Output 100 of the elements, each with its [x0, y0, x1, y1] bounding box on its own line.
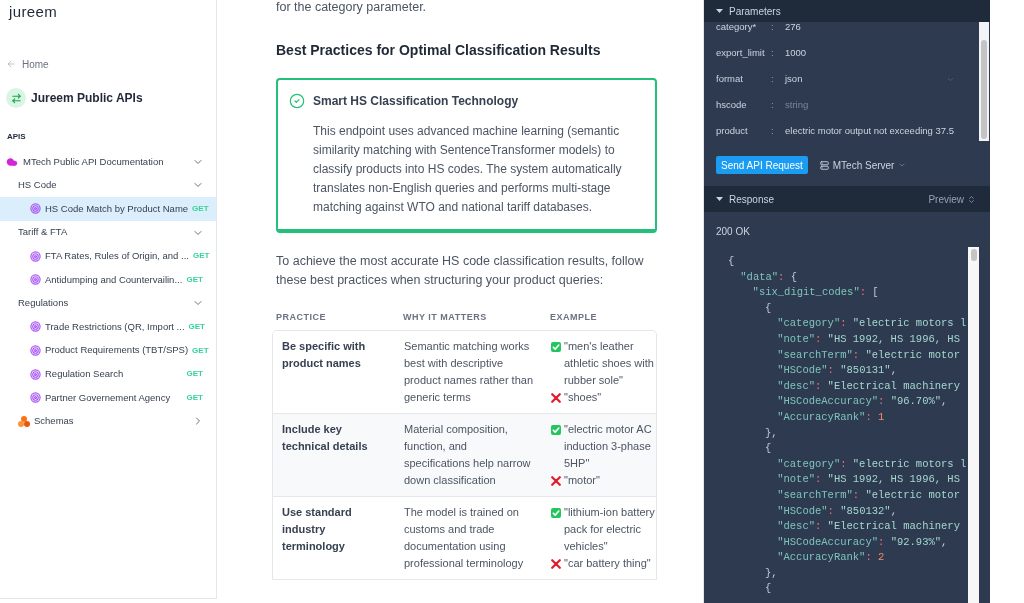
- target-icon: [30, 321, 41, 333]
- code-line: "HSCode": "850131",: [777, 363, 897, 379]
- method-label: GET: [186, 368, 203, 381]
- example-text: "motor": [564, 473, 600, 488]
- code-line: "AccuracyRank": 2: [777, 550, 885, 566]
- target-icon: [30, 274, 41, 286]
- table-cell: Include key technical details: [273, 414, 394, 496]
- target-icon: [30, 368, 41, 380]
- logo-text: jureem: [9, 1, 58, 22]
- callout-title: Smart HS Classification Technology: [313, 93, 520, 109]
- param-label: format: [716, 74, 744, 84]
- code-line: "category": "electric motors l: [777, 456, 967, 472]
- code-line: "six_digit_codes": [: [752, 285, 879, 301]
- code-line: "desc": "Electrical machinery: [777, 519, 960, 535]
- param-label: hscode: [716, 100, 748, 110]
- code-line: {: [764, 441, 772, 457]
- code-line: "AccuracyRank": 1: [777, 409, 885, 425]
- sidebar-item[interactable]: Regulation Search GET: [0, 362, 216, 386]
- up-down-icon: [967, 194, 976, 204]
- home-link[interactable]: Home: [6, 56, 49, 72]
- format-select[interactable]: json: [785, 74, 963, 84]
- code-line: },: [764, 565, 778, 581]
- code-line: {: [728, 254, 735, 269]
- scrollbar-thumb[interactable]: [970, 249, 977, 261]
- check-icon: [551, 507, 561, 518]
- method-label: GET: [186, 273, 203, 286]
- table-cell: Material composition, function, and specifications help narrow down classification: [394, 414, 541, 496]
- method-label: GET: [186, 391, 203, 404]
- check-icon: [551, 341, 561, 352]
- separator-text: :: [771, 48, 775, 58]
- code-line: "desc": "Electrical machinery: [777, 378, 960, 394]
- intro-text: for the category parameter.: [276, 0, 427, 14]
- param-label: product: [716, 126, 749, 136]
- separator-text: :: [771, 74, 775, 84]
- code-line: "data": {: [740, 269, 798, 285]
- param-input[interactable]: electric motor output not exceeding 37.5: [785, 126, 954, 136]
- sidebar-item[interactable]: FTA Rates, Rules of Origin, and ... GET: [0, 244, 216, 268]
- separator-text: :: [771, 22, 775, 32]
- example-text: "lithium-ion battery pack for electric vehicles": [564, 505, 655, 554]
- code-line: },: [764, 425, 778, 441]
- sidebar-item[interactable]: Product Requirements (TBT/SPS) GET: [0, 338, 216, 363]
- separator-text: :: [771, 100, 775, 110]
- scrollbar-thumb[interactable]: [981, 40, 987, 139]
- server-icon: [819, 160, 829, 170]
- column-header: PRACTICE: [276, 312, 326, 322]
- sidebar-item[interactable]: Schemas: [0, 409, 216, 434]
- cross-icon: [551, 475, 561, 486]
- separator-text: :: [771, 126, 775, 136]
- chevron-down-icon: [946, 75, 955, 84]
- param-input[interactable]: 276: [785, 22, 801, 32]
- code-line: {: [764, 300, 772, 316]
- code-line: "searchTerm": "electric motor: [777, 487, 960, 503]
- code-line: "note": "HS 1992, HS 1996, HS: [777, 331, 960, 347]
- check-icon: [551, 424, 561, 435]
- cross-icon: [551, 392, 561, 403]
- column-header: EXAMPLE: [550, 312, 597, 322]
- check-circle-icon: [289, 93, 305, 109]
- cross-icon: [551, 558, 561, 569]
- preview-select[interactable]: Preview: [928, 191, 976, 207]
- example-text: "men's leather athletic shoes with rubber sole": [564, 339, 655, 388]
- method-label: GET: [192, 203, 209, 215]
- target-icon: [30, 345, 41, 357]
- paragraph: To achieve the most accurate HS code classification results, follow these best practices when structuring your product queries:: [276, 253, 645, 289]
- sidebar-item[interactable]: HS Code: [0, 173, 216, 198]
- method-label: GET: [192, 250, 210, 263]
- sidebar-item[interactable]: Regulations: [0, 291, 216, 316]
- sidebar-item[interactable]: Antidumping and Countervailin... GET: [0, 267, 216, 292]
- example-text: "shoes": [564, 390, 602, 405]
- sidebar-item[interactable]: Tariff & FTA: [0, 220, 216, 245]
- code-line: "HSCodeAccuracy": "92.93%",: [777, 534, 948, 550]
- chevron-down-icon: [898, 161, 907, 169]
- method-label: GET: [188, 320, 205, 333]
- code-line: "searchTerm": "electric motor: [777, 347, 960, 363]
- code-line: "HSCodeAccuracy": "96.70%",: [777, 394, 948, 410]
- example-text: "car battery thing": [564, 556, 651, 571]
- swap-arrows-icon: [6, 88, 26, 108]
- sidebar-item[interactable]: Partner Governement Agency GET: [0, 385, 216, 410]
- parameters-toggle[interactable]: Parameters: [716, 3, 781, 19]
- sidebar-item[interactable]: Trade Restrictions (QR, Import ... GET: [0, 315, 216, 339]
- arrow-left-icon: [6, 59, 16, 69]
- target-icon: [30, 250, 41, 262]
- code-line: {: [764, 581, 772, 597]
- sidebar-item[interactable]: HS Code Match by Product Name GET: [0, 197, 216, 221]
- code-line: "HSCode": "850132",: [777, 503, 897, 519]
- server-select[interactable]: MTech Server: [819, 157, 907, 173]
- target-icon: [30, 392, 41, 404]
- section-label: APIS: [7, 131, 26, 143]
- param-input[interactable]: 1000: [785, 48, 807, 58]
- example-text: "electric motor AC induction 3-phase 5HP": [564, 422, 653, 471]
- callout-text: This endpoint uses advanced machine learning (semantic similarity matching with SentenceTransformer models) to classify products into HS codes. The system automatically translates non-English queries and performs multi-stage matching against WTO and national tariff databases.: [313, 123, 623, 216]
- project-title: Jureem Public APIs: [31, 90, 143, 107]
- shapes-icon: [18, 415, 30, 427]
- column-header: WHY IT MATTERS: [403, 312, 487, 322]
- method-label: GET: [192, 344, 209, 357]
- sidebar-item[interactable]: MTech Public API Documentation: [0, 150, 216, 174]
- code-line: "note": "HS 1992, HS 1996, HS: [777, 472, 960, 488]
- param-label: category*: [716, 22, 758, 32]
- target-icon: [30, 203, 41, 215]
- response-toggle[interactable]: Response: [716, 191, 775, 207]
- section-heading: Best Practices for Optimal Classification Results: [276, 41, 601, 60]
